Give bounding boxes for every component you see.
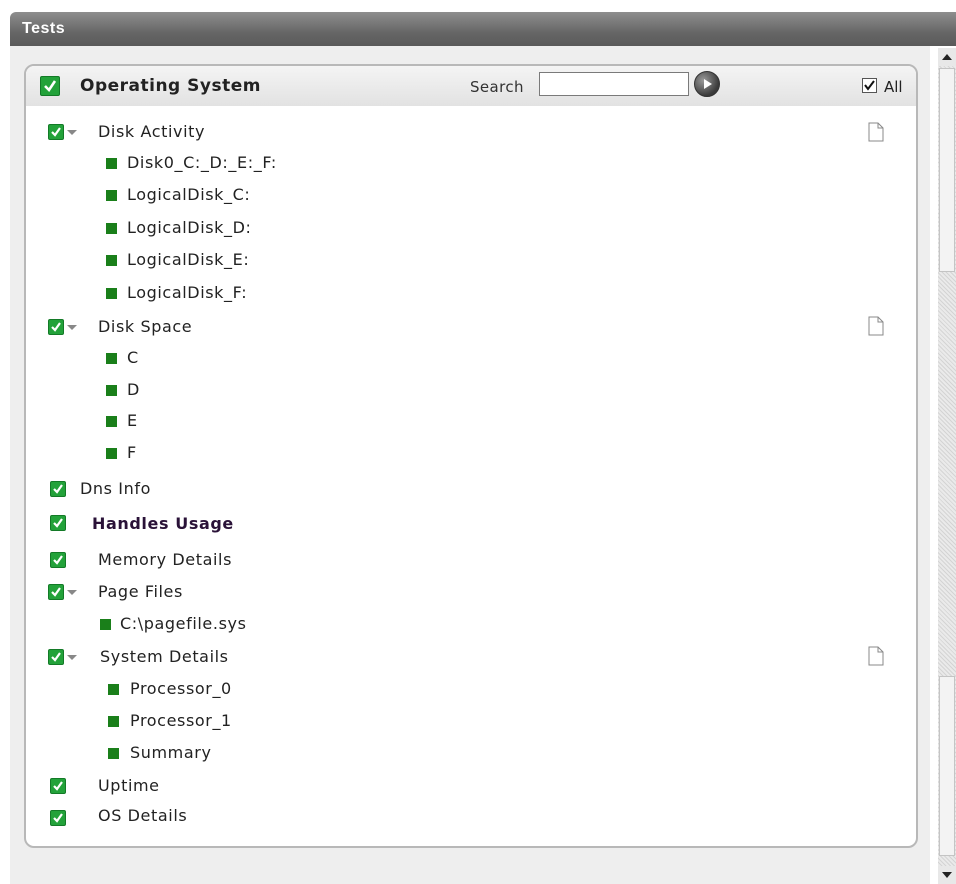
test-item[interactable]: C:\pagefile.sys <box>120 614 247 633</box>
test-label-disk-space[interactable]: Disk Space <box>98 317 192 336</box>
leaf-marker <box>106 353 117 364</box>
leaf-marker <box>108 684 119 695</box>
checkbox-handles-usage[interactable] <box>50 515 66 531</box>
checkbox-uptime[interactable] <box>50 778 66 794</box>
panel-title: Operating System <box>80 76 261 96</box>
tests-header-bar: Tests <box>10 12 956 46</box>
scroll-up-arrow-icon[interactable] <box>938 48 956 66</box>
checkbox-system-details[interactable] <box>48 649 64 665</box>
expand-chevron-icon[interactable] <box>67 129 77 137</box>
leaf-marker <box>106 190 117 201</box>
test-label-handles-usage[interactable]: Handles Usage <box>92 514 234 533</box>
panel-header: Operating System Search All <box>26 66 916 106</box>
test-item[interactable]: Summary <box>130 743 212 762</box>
test-item[interactable]: F <box>127 443 137 462</box>
document-icon[interactable] <box>868 646 884 666</box>
test-item[interactable]: Disk0_C:_D:_E:_F: <box>127 153 277 172</box>
test-item[interactable]: LogicalDisk_E: <box>127 250 249 269</box>
all-checkbox[interactable] <box>862 78 877 93</box>
leaf-marker <box>106 385 117 396</box>
scroll-down-arrow-icon[interactable] <box>938 866 956 884</box>
leaf-marker <box>108 748 119 759</box>
leaf-marker <box>106 448 117 459</box>
vertical-scrollbar[interactable] <box>938 48 956 884</box>
test-label-os-details[interactable]: OS Details <box>98 806 187 825</box>
search-go-button[interactable] <box>694 71 720 97</box>
expand-chevron-icon[interactable] <box>67 654 77 662</box>
scroll-thumb[interactable] <box>939 676 955 856</box>
leaf-marker <box>106 158 117 169</box>
test-label-disk-activity[interactable]: Disk Activity <box>98 122 205 141</box>
search-label: Search <box>470 78 524 96</box>
test-item[interactable]: LogicalDisk_F: <box>127 283 247 302</box>
test-item[interactable]: C <box>127 348 139 367</box>
scroll-thumb[interactable] <box>939 68 955 272</box>
checkbox-memory-details[interactable] <box>50 552 66 568</box>
document-icon[interactable] <box>868 122 884 142</box>
test-item[interactable]: D <box>127 380 140 399</box>
checkbox-disk-space[interactable] <box>48 319 64 335</box>
operating-system-panel: Operating System Search All Disk Activit… <box>24 64 918 848</box>
test-label-system-details[interactable]: System Details <box>100 647 229 666</box>
all-label: All <box>884 78 903 96</box>
leaf-marker <box>108 716 119 727</box>
test-label-page-files[interactable]: Page Files <box>98 582 183 601</box>
checkbox-disk-activity[interactable] <box>48 124 64 140</box>
expand-chevron-icon[interactable] <box>67 324 77 332</box>
leaf-marker <box>106 288 117 299</box>
leaf-marker <box>106 416 117 427</box>
search-input[interactable] <box>539 72 689 96</box>
test-item[interactable]: Processor_0 <box>130 679 232 698</box>
checkbox-os-details[interactable] <box>50 810 66 826</box>
expand-chevron-icon[interactable] <box>67 589 77 597</box>
leaf-marker <box>106 223 117 234</box>
checkbox-dns-info[interactable] <box>50 481 66 497</box>
leaf-marker <box>100 619 111 630</box>
test-item[interactable]: E <box>127 411 138 430</box>
leaf-marker <box>106 255 117 266</box>
test-item[interactable]: LogicalDisk_C: <box>127 185 250 204</box>
test-item[interactable]: LogicalDisk_D: <box>127 218 252 237</box>
test-label-uptime[interactable]: Uptime <box>98 776 160 795</box>
os-select-all-checkbox[interactable] <box>40 76 60 96</box>
tests-title: Tests <box>22 20 66 37</box>
document-icon[interactable] <box>868 316 884 336</box>
test-item[interactable]: Processor_1 <box>130 711 232 730</box>
test-label-memory-details[interactable]: Memory Details <box>98 550 232 569</box>
test-label-dns-info[interactable]: Dns Info <box>80 479 151 498</box>
checkbox-page-files[interactable] <box>48 584 64 600</box>
